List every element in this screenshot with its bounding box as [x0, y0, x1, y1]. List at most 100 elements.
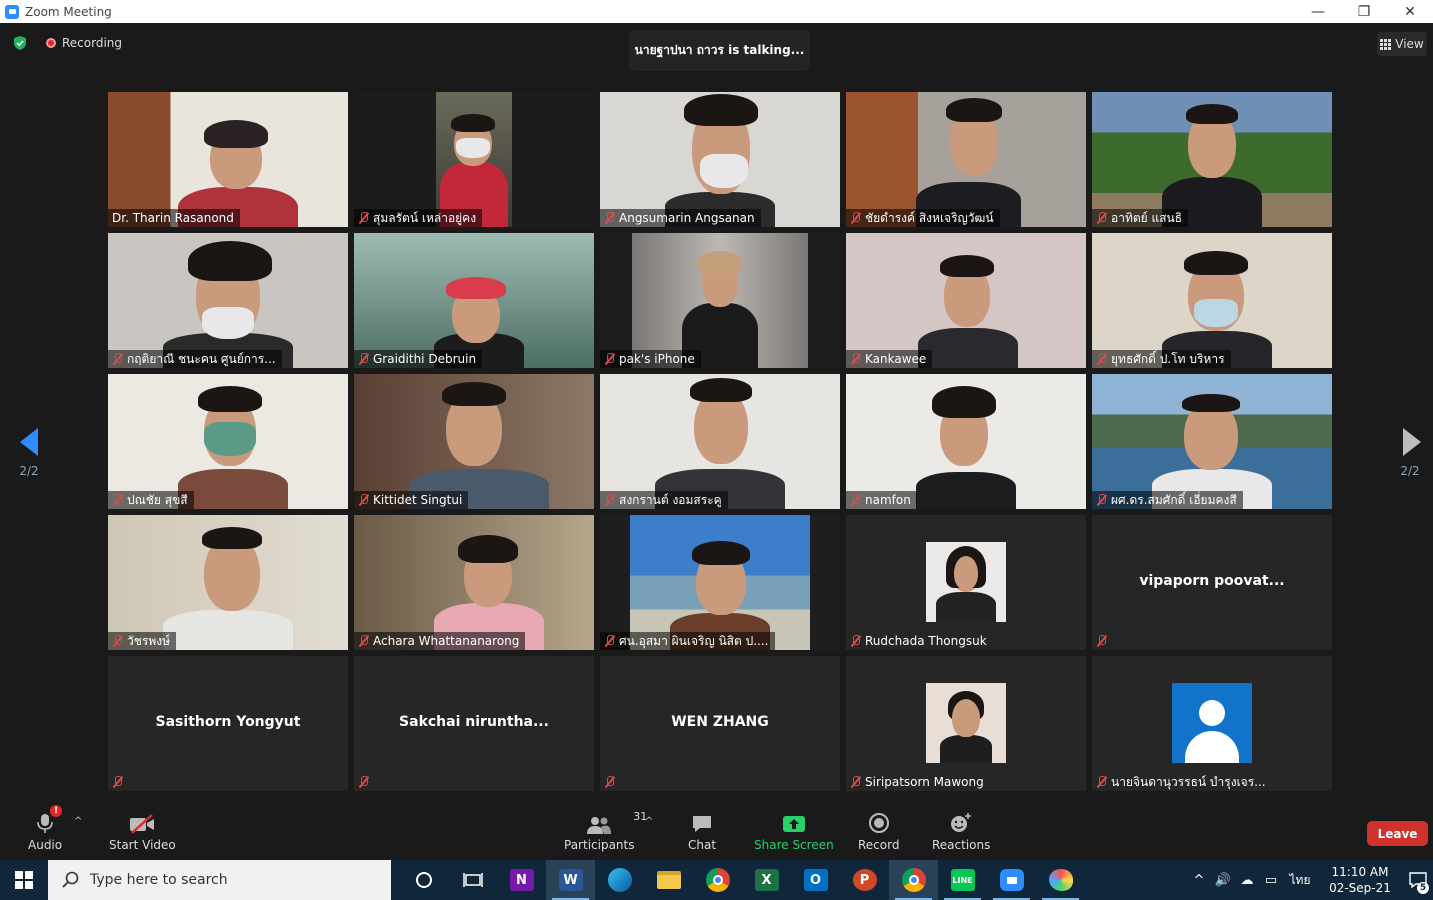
- participant-tile[interactable]: ปณชัย สุขสี: [108, 374, 348, 509]
- muted-mic-icon: [112, 776, 123, 788]
- participant-name-label: [1092, 632, 1113, 650]
- volume-icon[interactable]: 🔊: [1211, 873, 1235, 888]
- excel-icon[interactable]: X: [742, 860, 791, 900]
- participant-tile[interactable]: namfon: [846, 374, 1086, 509]
- participant-tile[interactable]: อาทิตย์ แสนธิ: [1092, 92, 1332, 227]
- chrome-profile-icon[interactable]: [889, 860, 938, 900]
- notification-count: 5: [1417, 882, 1429, 894]
- participant-name-label: อาทิตย์ แสนธิ: [1092, 209, 1189, 227]
- participant-tile[interactable]: ชัยดำรงค์ สิงหเจริญวัฒน์: [846, 92, 1086, 227]
- view-label: View: [1395, 37, 1424, 51]
- start-button[interactable]: [0, 860, 48, 900]
- minimize-button[interactable]: —: [1295, 0, 1341, 23]
- paint-icon[interactable]: [1036, 860, 1085, 900]
- participant-video: [1092, 374, 1332, 509]
- participant-tile[interactable]: Kankawee: [846, 233, 1086, 368]
- shield-icon[interactable]: [12, 35, 28, 51]
- outlook-icon[interactable]: O: [791, 860, 840, 900]
- recording-indicator[interactable]: Recording: [46, 36, 122, 50]
- participant-tile[interactable]: Siripatsorn Mawong: [846, 656, 1086, 791]
- participant-tile[interactable]: Rudchada Thongsuk: [846, 515, 1086, 650]
- participant-video: [1092, 92, 1332, 227]
- recording-dot-icon: [46, 38, 56, 48]
- network-icon[interactable]: ▭: [1259, 873, 1283, 888]
- participant-tile[interactable]: Sakchai niruntha...: [354, 656, 594, 791]
- participant-video: [600, 233, 840, 368]
- muted-mic-icon: [112, 635, 123, 647]
- default-avatar-icon: [1172, 683, 1252, 763]
- participant-tile[interactable]: วัชรพงษ์: [108, 515, 348, 650]
- record-button[interactable]: Record: [858, 812, 899, 852]
- chrome-icon[interactable]: [693, 860, 742, 900]
- clock-time: 11:10 AM: [1331, 865, 1389, 879]
- onenote-icon[interactable]: N: [497, 860, 546, 900]
- participant-name: vipaporn poovat...: [1139, 573, 1285, 589]
- participant-tile[interactable]: Graidithi Debruin: [354, 233, 594, 368]
- participants-options-caret[interactable]: ^: [645, 816, 653, 827]
- participant-name-label: สุมลรัตน์ เหล่าอยู่คง: [354, 209, 483, 227]
- system-clock[interactable]: 11:10 AM 02-Sep-21: [1325, 864, 1395, 896]
- participant-tile[interactable]: นายจินดานุวรรธน์ บำรุงเจร...: [1092, 656, 1332, 791]
- microphone-icon: !: [35, 805, 63, 834]
- chat-icon: [691, 812, 713, 834]
- muted-mic-icon: [850, 212, 861, 224]
- participants-button[interactable]: 31 Participants: [564, 810, 647, 852]
- participant-tile[interactable]: WEN ZHANG: [600, 656, 840, 791]
- maximize-button[interactable]: ❐: [1341, 0, 1387, 23]
- share-screen-button[interactable]: Share Screen: [754, 812, 834, 852]
- file-explorer-icon[interactable]: [644, 860, 693, 900]
- participant-tile[interactable]: สุมลรัตน์ เหล่าอยู่คง: [354, 92, 594, 227]
- participant-tile[interactable]: pak's iPhone: [600, 233, 840, 368]
- muted-mic-icon: [850, 494, 861, 506]
- audio-label: Audio: [28, 838, 63, 852]
- participant-tile[interactable]: ผศ.ดร.สมศักดิ์ เอี่ยมคงสี: [1092, 374, 1332, 509]
- zoom-icon[interactable]: [987, 860, 1036, 900]
- close-button[interactable]: ✕: [1387, 0, 1433, 23]
- participant-name-label: [600, 773, 621, 791]
- participant-tile[interactable]: Kittidet Singtui: [354, 374, 594, 509]
- record-icon: [868, 812, 890, 834]
- chat-button[interactable]: Chat: [688, 812, 716, 852]
- participant-video: [108, 374, 348, 509]
- show-hidden-icons-icon[interactable]: ^: [1187, 873, 1211, 888]
- start-video-button[interactable]: Start Video: [109, 812, 176, 852]
- audio-button[interactable]: ! Audio: [28, 805, 63, 852]
- taskbar-search-box[interactable]: Type here to search: [48, 860, 391, 900]
- audio-options-caret[interactable]: ^: [74, 816, 82, 827]
- participant-tile[interactable]: กฤติยาณี ชนะคน ศูนย์การ...: [108, 233, 348, 368]
- participant-name-label: Siripatsorn Mawong: [846, 773, 990, 791]
- line-icon[interactable]: LINE: [938, 860, 987, 900]
- reactions-icon: [949, 812, 973, 834]
- reactions-button[interactable]: Reactions: [932, 812, 990, 852]
- input-language[interactable]: ไทย: [1283, 871, 1317, 890]
- next-page-button[interactable]: 2/2: [1395, 428, 1425, 478]
- participant-tile[interactable]: Sasithorn Yongyut: [108, 656, 348, 791]
- previous-page-button[interactable]: 2/2: [14, 428, 44, 478]
- powerpoint-icon[interactable]: P: [840, 860, 889, 900]
- participant-tile[interactable]: Dr. Tharin Rasanond: [108, 92, 348, 227]
- meeting-toolbar: ! Audio ^ Start Video 31 Participants ^ …: [0, 800, 1433, 860]
- participant-name: Sasithorn Yongyut: [155, 714, 301, 730]
- view-button[interactable]: View: [1377, 32, 1427, 56]
- participant-tile[interactable]: ยุทธศักดิ์ ป.โท บริหาร: [1092, 233, 1332, 368]
- onedrive-icon[interactable]: ☁: [1235, 873, 1259, 888]
- edge-icon[interactable]: [595, 860, 644, 900]
- word-icon[interactable]: W: [546, 860, 595, 900]
- participant-video: [846, 374, 1086, 509]
- participant-video: [846, 92, 1086, 227]
- participant-tile[interactable]: ศน.อุสมา ผินเจริญ นิสิต ป....: [600, 515, 840, 650]
- leave-button[interactable]: Leave: [1367, 821, 1428, 846]
- participant-tile[interactable]: Angsumarin Angsanan: [600, 92, 840, 227]
- participant-tile[interactable]: สงกรานต์ งอมสระคู: [600, 374, 840, 509]
- participant-video: [354, 374, 594, 509]
- task-view-icon[interactable]: [448, 860, 497, 900]
- muted-mic-icon: [604, 776, 615, 788]
- participant-video: [354, 233, 594, 368]
- participant-video: [108, 92, 348, 227]
- cortana-icon[interactable]: [399, 860, 448, 900]
- participant-video: [846, 233, 1086, 368]
- muted-mic-icon: [850, 635, 861, 647]
- action-center-button[interactable]: 5: [1403, 860, 1433, 900]
- participant-tile[interactable]: vipaporn poovat...: [1092, 515, 1332, 650]
- participant-tile[interactable]: Achara Whattananarong: [354, 515, 594, 650]
